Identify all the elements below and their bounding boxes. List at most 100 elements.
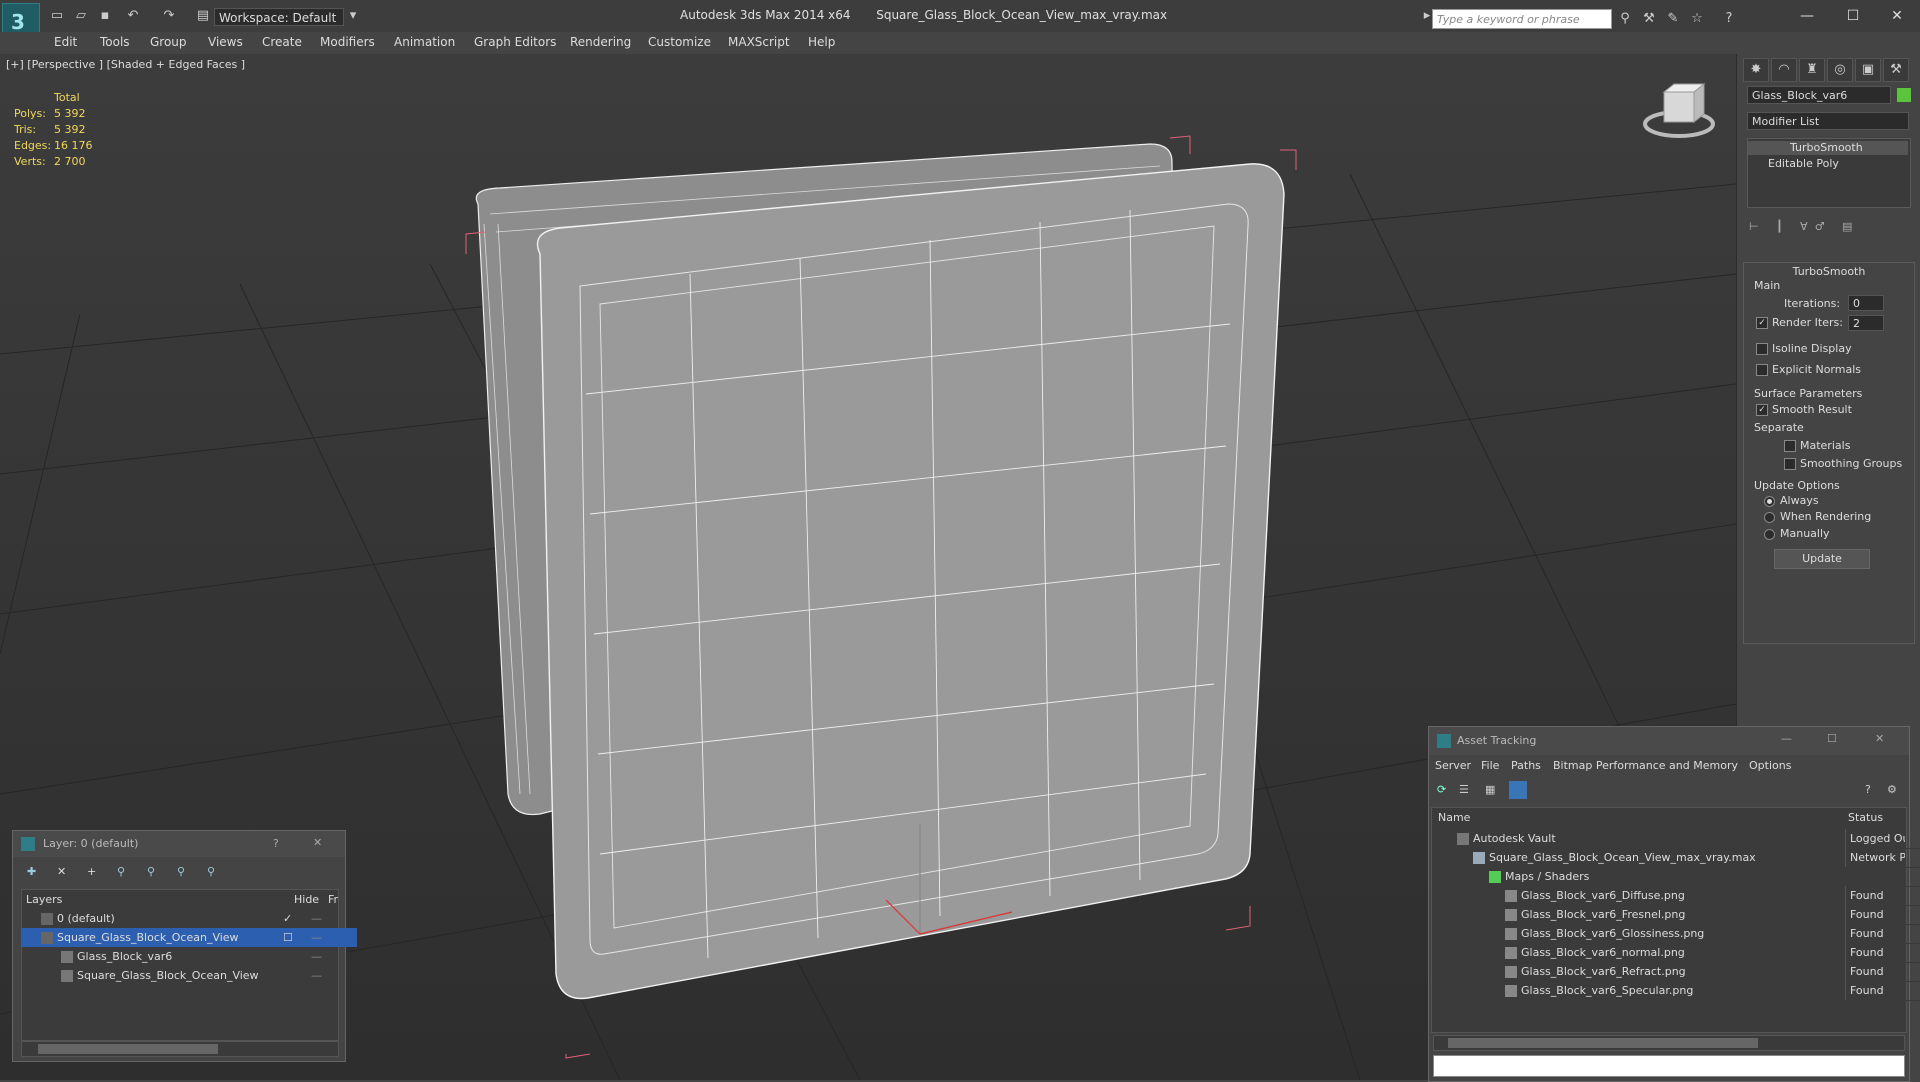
stack-item-editable-poly[interactable]: Editable Poly <box>1768 157 1839 170</box>
workspace-dropdown[interactable]: Workspace: Default <box>214 8 344 26</box>
menu-tools[interactable]: Tools <box>100 35 130 49</box>
menu-group[interactable]: Group <box>150 35 187 49</box>
asset-menu-bitmap[interactable]: Bitmap Performance and Memory <box>1553 759 1738 772</box>
motion-tab-icon[interactable]: ◎ <box>1827 58 1853 82</box>
asset-horizontal-scrollbar[interactable] <box>1433 1035 1905 1051</box>
project-folder-icon[interactable]: ▤ <box>194 7 212 25</box>
binoculars-icon[interactable]: ⚲ <box>1616 10 1634 28</box>
save-icon[interactable]: ▪ <box>96 7 114 25</box>
materials-checkbox[interactable] <box>1784 440 1796 452</box>
stack-item-turbosmooth[interactable]: TurboSmooth <box>1748 141 1908 155</box>
iterations-input[interactable]: 0 <box>1848 295 1884 311</box>
asset-menu-file[interactable]: File <box>1481 759 1499 772</box>
manually-radio[interactable] <box>1764 529 1775 540</box>
refresh-icon[interactable]: ⟳ <box>1437 783 1446 796</box>
stack-tools-icons[interactable]: ⊢ ┃ ∀ ♂ ▤ <box>1749 220 1909 233</box>
menu-create[interactable]: Create <box>262 35 302 49</box>
update-button[interactable]: Update <box>1774 549 1870 569</box>
active-check-icon[interactable]: ✓ <box>283 909 292 928</box>
render-iters-input[interactable]: 2 <box>1848 315 1884 331</box>
table-row[interactable]: Autodesk Vault Logged Out <box>1433 829 1920 849</box>
table-row[interactable]: Maps / Shaders <box>1433 867 1920 887</box>
new-file-icon[interactable]: ▭ <box>48 7 66 25</box>
render-iters-checkbox[interactable]: ✓ <box>1756 317 1768 329</box>
scrollbar-thumb[interactable] <box>38 1044 218 1054</box>
close-icon[interactable]: ✕ <box>1875 732 1884 745</box>
hide-toggle[interactable]: — <box>311 947 322 966</box>
table-row[interactable]: Glass_Block_var6_Specular.png Found <box>1433 981 1920 1001</box>
open-file-icon[interactable]: ▱ <box>72 7 90 25</box>
settings-icon[interactable]: ⚙ <box>1887 783 1897 796</box>
maximize-icon[interactable]: ☐ <box>1827 732 1837 745</box>
active-box-icon[interactable]: ☐ <box>283 928 293 947</box>
col-status[interactable]: Status <box>1848 811 1883 824</box>
viewport-label[interactable]: [+] [Perspective ] [Shaded + Edged Faces… <box>6 58 245 71</box>
menu-modifiers[interactable]: Modifiers <box>320 35 375 49</box>
menu-maxscript[interactable]: MAXScript <box>728 35 790 49</box>
table-view-icon[interactable] <box>1509 781 1527 799</box>
object-name-field[interactable]: Glass_Block_var6 <box>1747 86 1891 104</box>
maximize-icon[interactable]: ☐ <box>1830 4 1876 28</box>
smooth-result-checkbox[interactable]: ✓ <box>1756 404 1768 416</box>
hierarchy-tab-icon[interactable]: ♜ <box>1799 58 1825 82</box>
search-input[interactable]: Type a keyword or phrase <box>1432 9 1612 29</box>
chevron-down-icon[interactable]: ▾ <box>344 7 362 25</box>
subscription-icon[interactable]: ⚒ <box>1640 10 1658 28</box>
help-icon[interactable]: ? <box>1865 783 1871 796</box>
freeze-all-icon[interactable]: ⚲ <box>207 865 215 878</box>
table-row[interactable]: Glass_Block_var6_Glossiness.png Found <box>1433 924 1920 944</box>
table-row[interactable]: Glass_Block_var6_Refract.png Found <box>1433 962 1920 982</box>
scrollbar-thumb[interactable] <box>1448 1038 1758 1048</box>
hide-toggle[interactable]: — <box>311 966 322 985</box>
rollout-title[interactable]: TurboSmooth <box>1744 265 1914 278</box>
display-tab-icon[interactable]: ▣ <box>1855 58 1881 82</box>
menu-customize[interactable]: Customize <box>648 35 711 49</box>
col-freeze[interactable]: Fr <box>328 893 338 906</box>
table-row[interactable]: Glass_Block_var6_Diffuse.png Found <box>1433 886 1920 906</box>
help-icon[interactable]: ? <box>273 837 279 850</box>
table-row[interactable]: Square_Glass_Block_Ocean_View_max_vray.m… <box>1433 848 1920 868</box>
detail-view-icon[interactable]: ▦ <box>1485 783 1495 796</box>
close-icon[interactable]: ✕ <box>1874 4 1920 28</box>
layer-row[interactable]: Square_Glass_Block_Ocean_View — <box>21 966 377 985</box>
menu-help[interactable]: Help <box>808 35 835 49</box>
add-to-layer-icon[interactable]: + <box>87 865 96 878</box>
isoline-checkbox[interactable] <box>1756 343 1768 355</box>
favorites-star-icon[interactable]: ☆ <box>1688 10 1706 28</box>
minimize-icon[interactable]: — <box>1781 732 1792 745</box>
modify-tab-icon[interactable]: ◠ <box>1771 58 1797 82</box>
col-layers[interactable]: Layers <box>26 893 62 906</box>
menu-animation[interactable]: Animation <box>394 35 455 49</box>
asset-menu-server[interactable]: Server <box>1435 759 1471 772</box>
utilities-tab-icon[interactable]: ⚒ <box>1883 58 1909 82</box>
table-row[interactable]: Glass_Block_var6_normal.png Found <box>1433 943 1920 963</box>
menu-rendering[interactable]: Rendering <box>570 35 631 49</box>
layer-row-selected[interactable]: Square_Glass_Block_Ocean_View ☐ — <box>21 928 357 947</box>
asset-menu-options[interactable]: Options <box>1749 759 1791 772</box>
redo-icon[interactable]: ↷ <box>160 7 178 25</box>
communication-icon[interactable]: ✎ <box>1664 10 1682 28</box>
undo-icon[interactable]: ↶ <box>124 7 142 25</box>
layer-horizontal-scrollbar[interactable] <box>21 1041 339 1057</box>
create-tab-icon[interactable]: ✸ <box>1743 58 1769 82</box>
when-rendering-radio[interactable] <box>1764 512 1775 523</box>
minimize-icon[interactable]: — <box>1784 4 1830 28</box>
create-layer-icon[interactable]: ✚ <box>27 865 36 878</box>
col-hide[interactable]: Hide <box>294 893 319 906</box>
menu-views[interactable]: Views <box>208 35 243 49</box>
always-radio[interactable] <box>1764 496 1775 507</box>
smoothing-groups-checkbox[interactable] <box>1784 458 1796 470</box>
hide-all-icon[interactable]: ⚲ <box>177 865 185 878</box>
table-row[interactable]: Glass_Block_var6_Fresnel.png Found <box>1433 905 1920 925</box>
col-name[interactable]: Name <box>1438 811 1470 824</box>
menu-graph-editors[interactable]: Graph Editors <box>474 35 556 49</box>
menu-edit[interactable]: Edit <box>54 35 77 49</box>
select-objects-icon[interactable]: ⚲ <box>117 865 125 878</box>
delete-layer-icon[interactable]: ✕ <box>57 865 66 878</box>
layer-row[interactable]: Glass_Block_var6 — <box>21 947 377 966</box>
layer-row[interactable]: 0 (default) ✓ — <box>21 909 357 928</box>
asset-menu-paths[interactable]: Paths <box>1511 759 1541 772</box>
help-icon[interactable]: ? <box>1720 10 1738 28</box>
asset-path-field[interactable] <box>1433 1055 1905 1077</box>
hide-toggle[interactable]: — <box>311 909 322 928</box>
